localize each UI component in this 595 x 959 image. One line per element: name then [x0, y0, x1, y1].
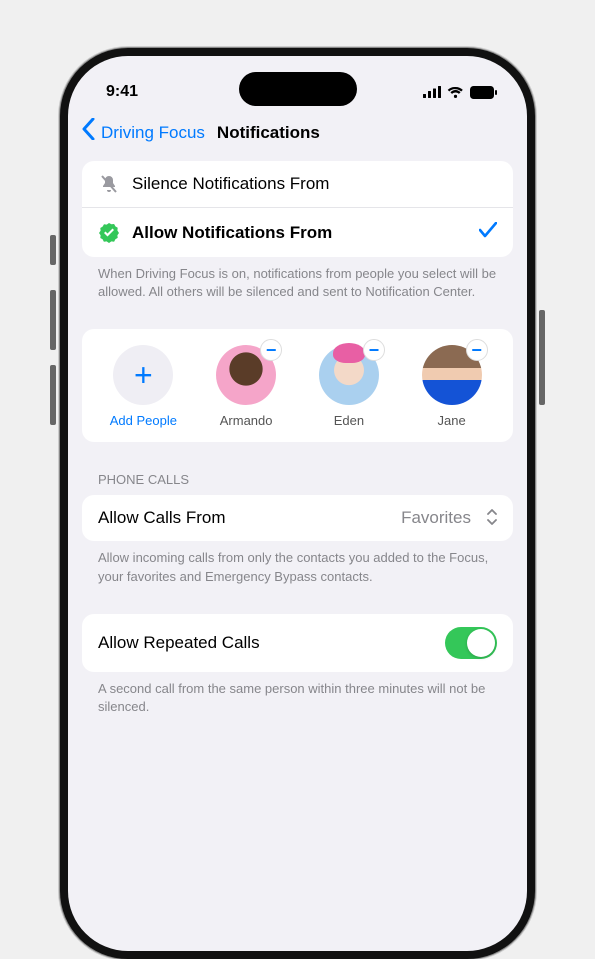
person-item[interactable]: − Eden: [301, 345, 397, 428]
person-name: Jane: [438, 413, 466, 428]
remove-icon[interactable]: −: [363, 339, 385, 361]
person-name: Eden: [334, 413, 364, 428]
allow-calls-row[interactable]: Allow Calls From Favorites: [82, 495, 513, 541]
cellular-icon: [423, 86, 441, 98]
people-card: + Add People − Armando − Eden: [82, 329, 513, 442]
person-item[interactable]: − Armando: [198, 345, 294, 428]
avatar: −: [422, 345, 482, 405]
device-frame: 9:41 Driving Focus Notifications Silence: [60, 48, 535, 959]
allow-calls-footer: Allow incoming calls from only the conta…: [82, 541, 513, 585]
plus-icon: +: [113, 345, 173, 405]
battery-icon: [470, 86, 497, 99]
avatar: −: [216, 345, 276, 405]
repeated-calls-label: Allow Repeated Calls: [98, 633, 433, 653]
page-title: Notifications: [217, 123, 320, 143]
remove-icon[interactable]: −: [260, 339, 282, 361]
allow-calls-card: Allow Calls From Favorites: [82, 495, 513, 541]
repeated-calls-toggle[interactable]: [445, 627, 497, 659]
checkmark-icon: [479, 221, 497, 244]
repeated-calls-card: Allow Repeated Calls: [82, 614, 513, 672]
add-people-button[interactable]: + Add People: [95, 345, 191, 428]
mode-footer: When Driving Focus is on, notifications …: [82, 257, 513, 301]
repeated-calls-row: Allow Repeated Calls: [82, 614, 513, 672]
avatar: −: [319, 345, 379, 405]
volume-down-button: [50, 365, 56, 425]
silence-label: Silence Notifications From: [132, 174, 497, 194]
allow-label: Allow Notifications From: [132, 223, 467, 243]
person-name: Armando: [220, 413, 273, 428]
power-button: [539, 310, 545, 405]
status-time: 9:41: [106, 83, 138, 101]
person-item[interactable]: − Jane: [404, 345, 500, 428]
back-button[interactable]: Driving Focus: [101, 123, 205, 143]
updown-icon: [487, 509, 497, 528]
volume-up-button: [50, 290, 56, 350]
back-chevron-icon[interactable]: [82, 118, 95, 147]
mute-switch: [50, 235, 56, 265]
allow-option[interactable]: Allow Notifications From: [82, 207, 513, 257]
remove-icon[interactable]: −: [466, 339, 488, 361]
add-people-label: Add People: [110, 413, 177, 428]
check-badge-icon: [98, 223, 120, 243]
bell-slash-icon: [98, 174, 120, 194]
wifi-icon: [447, 86, 464, 98]
mode-card: Silence Notifications From Allow Notific…: [82, 161, 513, 257]
allow-calls-value: Favorites: [401, 508, 471, 528]
repeated-calls-footer: A second call from the same person withi…: [82, 672, 513, 716]
nav-bar: Driving Focus Notifications: [68, 108, 527, 161]
dynamic-island: [239, 72, 357, 106]
silence-option[interactable]: Silence Notifications From: [82, 161, 513, 207]
screen: 9:41 Driving Focus Notifications Silence: [68, 56, 527, 951]
allow-calls-label: Allow Calls From: [98, 508, 389, 528]
phone-calls-header: Phone Calls: [82, 442, 513, 495]
